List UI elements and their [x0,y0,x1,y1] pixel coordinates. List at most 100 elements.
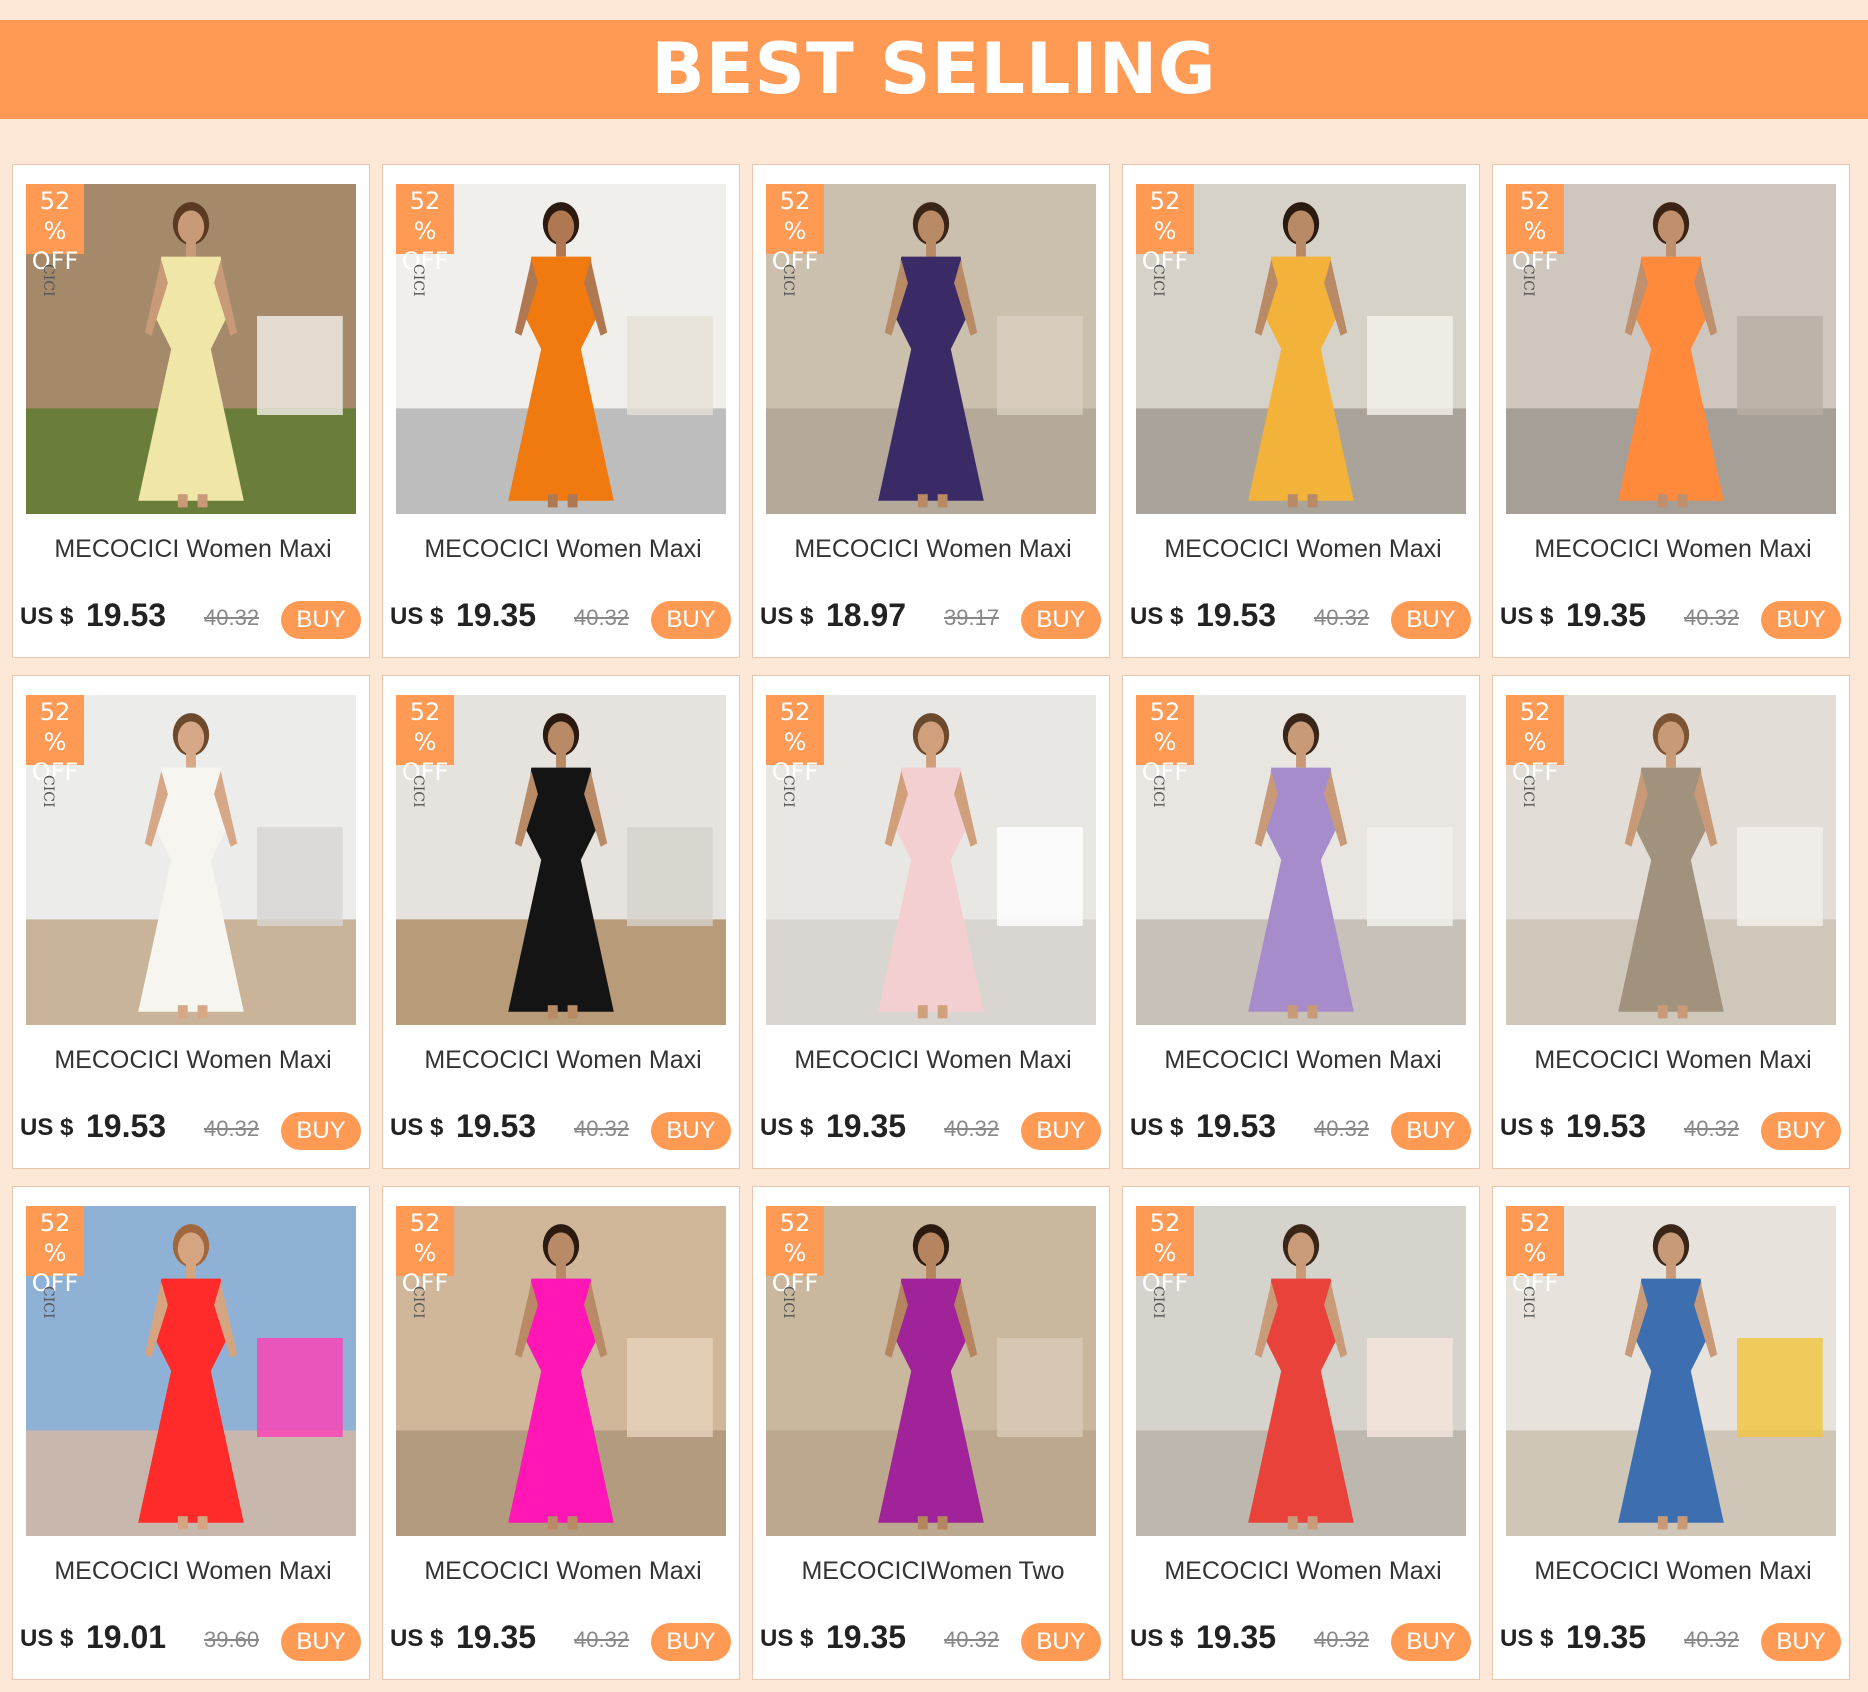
currency-label: US $ [20,603,74,630]
buy-button[interactable]: BUY [1761,1112,1841,1150]
sale-price: 19.53 [456,1108,537,1144]
product-card[interactable]: 52 % OFF CICI MECOCICI Women Maxi Dress … [382,675,740,1169]
product-image[interactable]: 52 % OFF CICI [1506,695,1836,1025]
sale-price: 19.53 [1196,597,1277,633]
sale-price: 19.35 [826,1619,907,1655]
product-image[interactable]: 52 % OFF CICI [1136,184,1466,514]
buy-button[interactable]: BUY [1761,1623,1841,1661]
product-card[interactable]: 52 % OFF CICI MECOCICI Women Maxi Dress … [12,675,370,1169]
discount-badge: 52 % OFF [26,184,84,275]
discount-percent: 52 % [1149,698,1181,756]
price-row: US $ 19.35 40.32 BUY [1493,1619,1849,1661]
product-title[interactable]: MECOCICI Women Maxi Dress Fashion Round … [417,1042,709,1080]
discount-percent: 52 % [409,698,441,756]
buy-button[interactable]: BUY [1391,1623,1471,1661]
product-image[interactable]: 52 % OFF CICI [766,184,1096,514]
product-title[interactable]: MECOCICI Women Maxi Dress Summer Fashion [1157,1553,1449,1591]
buy-button[interactable]: BUY [1021,601,1101,639]
original-price: 40.32 [1314,605,1370,630]
currency-label: US $ [1130,1114,1184,1141]
product-title[interactable]: MECOCICI Women Maxi Dress Summer Fashion… [1527,531,1819,569]
watermark-logo: CICI [780,1286,796,1319]
discount-badge: 52 % OFF [1506,184,1564,275]
discount-percent: 52 % [409,1209,441,1267]
product-image[interactable]: 52 % OFF CICI [766,1206,1096,1536]
product-card[interactable]: 52 % OFF CICI MECOCICI Women Maxi Dress … [12,164,370,658]
product-card[interactable]: 52 % OFF CICI MECOCICI Women Maxi Dress … [752,164,1110,658]
buy-button[interactable]: BUY [1021,1112,1101,1150]
product-card[interactable]: 52 % OFF CICI MECOCICI Women Maxi Dress … [1492,164,1850,658]
sale-price: 19.35 [1566,1619,1647,1655]
product-card[interactable]: 52 % OFF CICI MECOCICI Women Maxi Dress … [1122,164,1480,658]
buy-button[interactable]: BUY [281,1623,361,1661]
product-card[interactable]: 52 % OFF CICI MECOCICI Women Maxi Dr Sum… [382,1186,740,1680]
price-row: US $ 19.53 40.32 BUY [13,597,369,639]
buy-button[interactable]: BUY [651,601,731,639]
product-image[interactable]: 52 % OFF CICI [1506,184,1836,514]
buy-button[interactable]: BUY [1391,601,1471,639]
product-card[interactable]: 52 % OFF CICI MECOCICI Women Maxi Dress … [1492,675,1850,1169]
product-image[interactable]: 52 % OFF CICI [26,695,356,1025]
discount-percent: 52 % [39,1209,71,1267]
product-card[interactable]: 52 % OFF CICI MECOCICI Women Maxi Dress … [1122,1186,1480,1680]
product-title[interactable]: MECOCICI Women Maxi Dress Summer Fashion [47,1553,339,1591]
product-card[interactable]: 52 % OFF CICI MECOCICI Women Maxi Dress … [752,675,1110,1169]
product-image[interactable]: 52 % OFF CICI [1136,695,1466,1025]
original-price: 40.32 [204,605,260,630]
product-title[interactable]: MECOCICI Women Maxi Dress Summer Fashion [47,531,339,569]
discount-percent: 52 % [779,1209,811,1267]
product-card[interactable]: 52 % OFF CICI MECOCICI Women Maxi Dress … [382,164,740,658]
watermark-logo: CICI [1150,264,1166,297]
buy-button[interactable]: BUY [651,1112,731,1150]
currency-label: US $ [1500,1625,1554,1652]
watermark-logo: CICI [1520,264,1536,297]
buy-button[interactable]: BUY [281,601,361,639]
product-image[interactable]: 52 % OFF CICI [1136,1206,1466,1536]
discount-badge: 52 % OFF [1506,695,1564,786]
product-card[interactable]: 52 % OFF CICI MECOCICI Women Maxi Dress … [1492,1186,1850,1680]
product-title[interactable]: MECOCICI Women Maxi Dress Fashion Casual… [1527,1553,1819,1591]
product-title[interactable]: MECOCICI Women Maxi Dress Summer Fashion [1527,1042,1819,1080]
original-price: 40.32 [574,1627,630,1652]
product-image[interactable]: 52 % OFF CICI [396,184,726,514]
product-title[interactable]: MECOCICI Women Maxi Dress Fashion Sexy S… [1157,531,1449,569]
product-image[interactable]: 52 % OFF CICI [766,695,1096,1025]
currency-label: US $ [760,1625,814,1652]
sale-price: 19.53 [86,1108,167,1144]
watermark-logo: CICI [410,264,426,297]
buy-button[interactable]: BUY [281,1112,361,1150]
watermark-logo: CICI [780,264,796,297]
product-image[interactable]: 52 % OFF CICI [26,1206,356,1536]
product-image[interactable]: 52 % OFF CICI [26,184,356,514]
product-title[interactable]: MECOCICI Women Maxi Dress Summer Fashion… [787,531,1079,569]
discount-badge: 52 % OFF [766,695,824,786]
product-card[interactable]: 52 % OFF CICI MECOCICI Women Maxi Dress … [12,1186,370,1680]
price-row: US $ 19.53 40.32 BUY [1123,1108,1479,1150]
currency-label: US $ [1130,603,1184,630]
buy-button[interactable]: BUY [1391,1112,1471,1150]
product-image[interactable]: 52 % OFF CICI [396,695,726,1025]
price-row: US $ 19.01 39.60 BUY [13,1619,369,1661]
buy-button[interactable]: BUY [651,1623,731,1661]
product-card[interactable]: 52 % OFF CICI MECOCICI Women Maxi Dress … [1122,675,1480,1169]
product-title[interactable]: MECOCICI Women Maxi Dr Summer Fashion [417,1553,709,1591]
discount-badge: 52 % OFF [1136,695,1194,786]
discount-badge: 52 % OFF [396,695,454,786]
product-title[interactable]: MECOCICIWomen Two Piece Set Summer Fashi… [787,1553,1079,1591]
discount-percent: 52 % [39,698,71,756]
product-title[interactable]: MECOCICI Women Maxi Dress Summer Fashion [787,1042,1079,1080]
product-title[interactable]: MECOCICI Women Maxi Dress Fashion Sexy R… [47,1042,339,1080]
buy-button[interactable]: BUY [1021,1623,1101,1661]
product-image[interactable]: 52 % OFF CICI [396,1206,726,1536]
product-image[interactable]: 52 % OFF CICI [1506,1206,1836,1536]
discount-percent: 52 % [1519,187,1551,245]
buy-button[interactable]: BUY [1761,601,1841,639]
original-price: 40.32 [204,1116,260,1141]
product-title[interactable]: MECOCICI Women Maxi Dress Fashion Matchi… [1157,1042,1449,1080]
watermark-logo: CICI [1520,775,1536,808]
best-selling-banner: BEST SELLING [0,20,1868,119]
original-price: 40.32 [1314,1627,1370,1652]
discount-badge: 52 % OFF [766,1206,824,1297]
product-card[interactable]: 52 % OFF CICI MECOCICIWomen Two Piece Se… [752,1186,1110,1680]
product-title[interactable]: MECOCICI Women Maxi Dress Fashion Solid … [417,531,709,569]
